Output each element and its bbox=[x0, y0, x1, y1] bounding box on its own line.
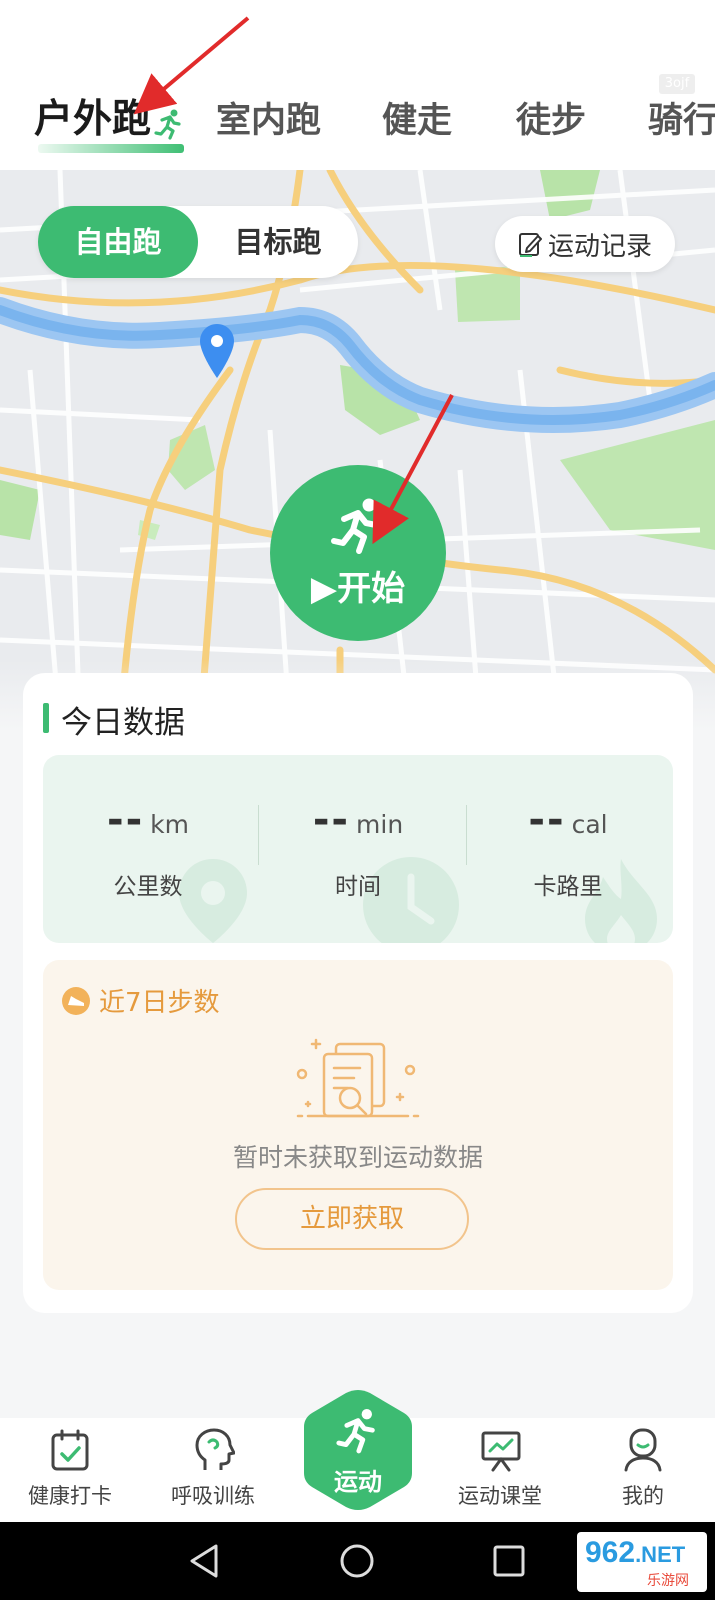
distance-unit: km bbox=[150, 810, 190, 839]
weekly-steps-title-row: 近7日步数 bbox=[61, 982, 220, 1019]
today-data-title: 今日数据 bbox=[43, 697, 185, 742]
calendar-check-icon bbox=[51, 1429, 89, 1471]
nav-sport-class[interactable]: 运动课堂 bbox=[430, 1418, 570, 1522]
time-label: 时间 bbox=[335, 874, 381, 900]
nav-breathing[interactable]: 呼吸训练 bbox=[143, 1418, 283, 1522]
today-stats: -- km 公里数 -- min 时间 -- cal 卡路里 bbox=[43, 755, 673, 943]
presentation-icon bbox=[481, 1431, 521, 1472]
nav-label: 健康打卡 bbox=[28, 1484, 112, 1508]
home-icon bbox=[340, 1544, 374, 1578]
watermark-logo: 962.NET 乐游网 bbox=[577, 1532, 707, 1592]
map-view[interactable]: 自由跑 目标跑 运动记录 ▶开始 bbox=[0, 170, 715, 730]
nav-sport-center[interactable]: 运动 bbox=[300, 1386, 416, 1514]
location-pin-icon bbox=[200, 324, 234, 378]
watermark-main: 962 bbox=[585, 1536, 636, 1569]
start-label: ▶开始 bbox=[310, 568, 406, 609]
stat-calories: -- cal 卡路里 bbox=[463, 755, 673, 943]
exercise-record-button[interactable]: 运动记录 bbox=[495, 216, 675, 272]
nav-label: 运动 bbox=[334, 1468, 382, 1496]
shoe-icon bbox=[62, 986, 90, 1015]
nav-label: 我的 bbox=[622, 1484, 664, 1508]
runner-mini-icon bbox=[154, 109, 181, 140]
tab-indoor-run[interactable]: 室内跑 bbox=[216, 92, 321, 143]
weekly-steps-title: 近7日步数 bbox=[99, 988, 220, 1018]
empty-data-illustration bbox=[296, 1038, 420, 1118]
tab-outdoor-run[interactable]: 户外跑 bbox=[34, 88, 151, 144]
run-mode-toggle: 自由跑 目标跑 bbox=[38, 206, 358, 278]
active-tab-underline bbox=[38, 144, 184, 153]
calories-unit: cal bbox=[571, 810, 608, 839]
start-run-button[interactable]: ▶开始 bbox=[270, 465, 446, 641]
tab-cycling[interactable]: 骑行 bbox=[648, 92, 715, 143]
calories-label: 卡路里 bbox=[533, 874, 603, 900]
distance-value: -- bbox=[106, 797, 145, 843]
profile-icon bbox=[624, 1428, 662, 1472]
nav-label: 呼吸训练 bbox=[171, 1484, 255, 1508]
edit-note-icon bbox=[518, 233, 542, 257]
nav-label: 运动课堂 bbox=[458, 1484, 542, 1508]
recents-icon bbox=[493, 1545, 525, 1577]
today-data-card: 今日数据 -- km 公里数 -- min 时间 -- cal 卡路里 近7日步… bbox=[23, 673, 693, 1313]
target-run-button[interactable]: 目标跑 bbox=[198, 206, 358, 278]
distance-label: 公里数 bbox=[113, 874, 183, 900]
sport-tabs: 户外跑 室内跑 健走 徒步 骑行 bbox=[0, 92, 715, 153]
calories-value: -- bbox=[528, 797, 566, 843]
watermark-sub: 乐游网 bbox=[647, 1573, 689, 1589]
runner-icon bbox=[336, 1409, 375, 1454]
record-button-label: 运动记录 bbox=[547, 231, 652, 262]
stat-distance: -- km 公里数 bbox=[43, 755, 253, 943]
corner-mark: 3ojf bbox=[659, 74, 695, 94]
back-icon bbox=[190, 1544, 218, 1578]
fetch-now-button[interactable]: 立即获取 bbox=[235, 1188, 469, 1250]
stat-time: -- min 时间 bbox=[253, 755, 463, 943]
runner-icon bbox=[331, 498, 379, 554]
empty-data-text: 暂时未获取到运动数据 bbox=[232, 1143, 483, 1172]
time-value: -- bbox=[312, 797, 351, 843]
tab-hike[interactable]: 徒步 bbox=[516, 92, 586, 143]
nav-profile[interactable]: 我的 bbox=[573, 1418, 713, 1522]
top-bar: 3ojf 户外跑 室内跑 健走 徒步 骑行 bbox=[0, 0, 715, 170]
head-breath-icon bbox=[195, 1428, 235, 1470]
watermark-net: .NET bbox=[635, 1542, 686, 1567]
nav-health-checkin[interactable]: 健康打卡 bbox=[0, 1418, 140, 1522]
system-nav-bar: 962.NET 乐游网 bbox=[0, 1522, 715, 1600]
free-run-button[interactable]: 自由跑 bbox=[38, 206, 198, 278]
weekly-steps-panel: 近7日步数 暂时未获取到运动数据 立即获取 bbox=[43, 960, 673, 1290]
tab-walk[interactable]: 健走 bbox=[382, 92, 452, 143]
time-unit: min bbox=[356, 810, 404, 839]
